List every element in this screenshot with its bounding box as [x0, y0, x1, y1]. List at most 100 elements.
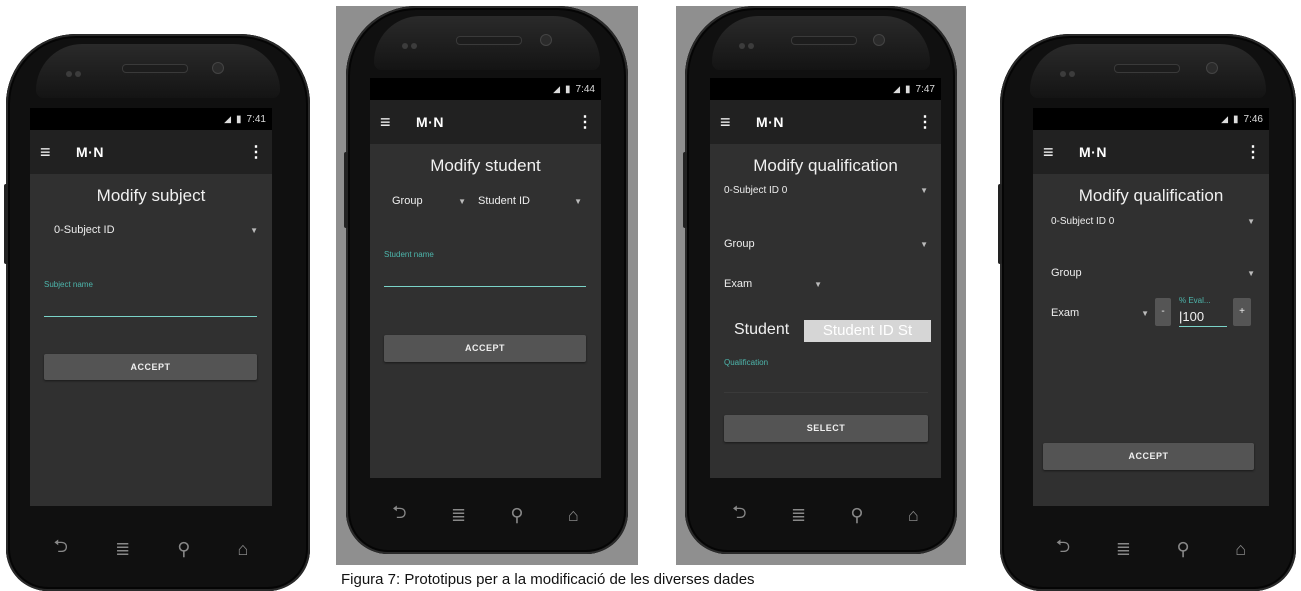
menu-icon[interactable]: ≡ [1043, 142, 1079, 163]
back-icon[interactable]: ⮌ [392, 500, 406, 530]
menu-icon[interactable]: ≡ [720, 112, 756, 133]
app-bar: ≡ M·N ⋮ [30, 130, 272, 174]
phone-camera [873, 34, 885, 46]
subject-name-label: Subject name [44, 280, 93, 289]
qualification-label: Qualification [724, 358, 769, 367]
phone-speaker [122, 64, 188, 73]
nav-bar: ⮌ ≣ ⚲ ⌂ [1033, 534, 1269, 564]
group-spinner[interactable]: Group ▼ [724, 238, 928, 250]
dropdown-arrow-icon: ▼ [814, 279, 822, 289]
battery-icon: ▮ [1233, 113, 1239, 125]
dropdown-arrow-icon: ▼ [1247, 268, 1255, 278]
subject-spinner[interactable]: 0-Subject ID 0 ▼ [1051, 216, 1255, 227]
phone-camera [540, 34, 552, 46]
app-title: M·N [416, 114, 444, 130]
subject-name-input[interactable] [44, 302, 257, 317]
status-time: 7:41 [246, 113, 266, 125]
battery-icon: ▮ [905, 83, 911, 95]
overflow-menu-icon[interactable]: ⋮ [917, 112, 933, 132]
dropdown-arrow-icon: ▼ [920, 239, 928, 249]
signal-icon: ◢ [224, 113, 232, 124]
phone-camera [1206, 62, 1218, 74]
student-id-spinner[interactable]: Student ID ▼ [478, 195, 582, 207]
home-icon[interactable]: ⌂ [238, 539, 249, 560]
phone-sensors [739, 36, 759, 49]
recent-apps-icon[interactable]: ≣ [451, 505, 466, 526]
back-icon[interactable]: ⮌ [732, 500, 746, 530]
app-bar: ≡ M·N ⋮ [370, 100, 601, 144]
overflow-menu-icon[interactable]: ⋮ [248, 142, 264, 162]
phone-screen: ◢ ▮ 7:44 ≡ M·N ⋮ Modify student Group ▼ … [370, 78, 601, 478]
app-title: M·N [756, 114, 784, 130]
overflow-menu-icon[interactable]: ⋮ [577, 112, 593, 132]
eval-percent-value: 100 [1182, 309, 1205, 324]
exam-spinner[interactable]: Exam ▼ [724, 278, 822, 290]
group-spinner-value: Group [392, 195, 423, 207]
status-bar: ◢ ▮ 7:47 [710, 78, 941, 100]
recent-apps-icon[interactable]: ≣ [791, 505, 806, 526]
phone-screen: ◢ ▮ 7:46 ≡ M·N ⋮ Modify qualification 0-… [1033, 108, 1269, 506]
eval-percent-input[interactable]: |100 [1179, 308, 1227, 327]
subject-spinner[interactable]: 0-Subject ID 0 ▼ [724, 185, 928, 196]
search-icon[interactable]: ⚲ [510, 505, 523, 526]
menu-icon[interactable]: ≡ [40, 142, 76, 163]
status-time: 7:44 [575, 83, 595, 95]
dropdown-arrow-icon: ▼ [574, 196, 582, 206]
subject-spinner-value: 0-Subject ID 0 [724, 185, 788, 196]
increment-button[interactable]: + [1233, 298, 1251, 326]
back-icon[interactable]: ⮌ [1056, 534, 1070, 564]
menu-icon[interactable]: ≡ [380, 112, 416, 133]
phone-side-button [998, 184, 1002, 264]
status-bar: ◢ ▮ 7:44 [370, 78, 601, 100]
accept-button[interactable]: ACCEPT [1043, 443, 1254, 470]
student-name-input[interactable] [384, 272, 586, 287]
search-icon[interactable]: ⚲ [177, 539, 190, 560]
recent-apps-icon[interactable]: ≣ [115, 539, 130, 560]
student-id-field[interactable]: Student ID St [804, 320, 931, 342]
search-icon[interactable]: ⚲ [1177, 539, 1190, 560]
group-spinner[interactable]: Group ▼ [392, 195, 466, 207]
home-icon[interactable]: ⌂ [568, 505, 579, 526]
recent-apps-icon[interactable]: ≣ [1116, 539, 1131, 560]
app-title: M·N [1079, 144, 1107, 160]
exam-spinner-value: Exam [724, 278, 753, 290]
phone-speaker [791, 36, 857, 45]
phone-side-button [4, 184, 8, 264]
accept-button[interactable]: ACCEPT [384, 335, 586, 362]
nav-bar: ⮌ ≣ ⚲ ⌂ [370, 500, 601, 530]
page-title: Modify qualification [1078, 186, 1224, 205]
home-icon[interactable]: ⌂ [908, 505, 919, 526]
back-icon[interactable]: ⮌ [54, 534, 68, 564]
battery-icon: ▮ [565, 83, 571, 95]
group-spinner-value: Group [724, 238, 755, 250]
subject-spinner-value: 0-Subject ID [54, 224, 115, 236]
exam-spinner[interactable]: Exam ▼ [1051, 307, 1149, 319]
phone-sensors [66, 64, 86, 77]
overflow-menu-icon[interactable]: ⋮ [1245, 142, 1261, 162]
app-title: M·N [76, 144, 104, 160]
group-spinner[interactable]: Group ▼ [1051, 267, 1255, 279]
phone-sensors [1060, 64, 1080, 77]
phone-speaker [1114, 64, 1180, 73]
phone-speaker [456, 36, 522, 45]
phone-camera [212, 62, 224, 74]
student-name-label: Student name [384, 250, 434, 259]
student-id-spinner-value: Student ID [478, 195, 530, 207]
decrement-button[interactable]: - [1155, 298, 1171, 326]
group-spinner-value: Group [1051, 267, 1082, 279]
home-icon[interactable]: ⌂ [1235, 539, 1246, 560]
search-icon[interactable]: ⚲ [850, 505, 863, 526]
app-bar: ≡ M·N ⋮ [710, 100, 941, 144]
dropdown-arrow-icon: ▼ [1141, 308, 1149, 318]
status-bar: ◢ ▮ 7:46 [1033, 108, 1269, 130]
dropdown-arrow-icon: ▼ [458, 196, 466, 206]
status-bar: ◢ ▮ 7:41 [30, 108, 272, 130]
battery-icon: ▮ [236, 113, 242, 125]
exam-spinner-value: Exam [1051, 307, 1080, 319]
dropdown-arrow-icon: ▼ [920, 186, 928, 195]
accept-button[interactable]: ACCEPT [44, 354, 257, 380]
phone-screen: ◢ ▮ 7:41 ≡ M·N ⋮ Modify subject 0-Subjec… [30, 108, 272, 506]
select-button[interactable]: SELECT [724, 415, 928, 442]
subject-spinner[interactable]: 0-Subject ID ▼ [54, 224, 258, 236]
qualification-input[interactable] [724, 378, 928, 393]
